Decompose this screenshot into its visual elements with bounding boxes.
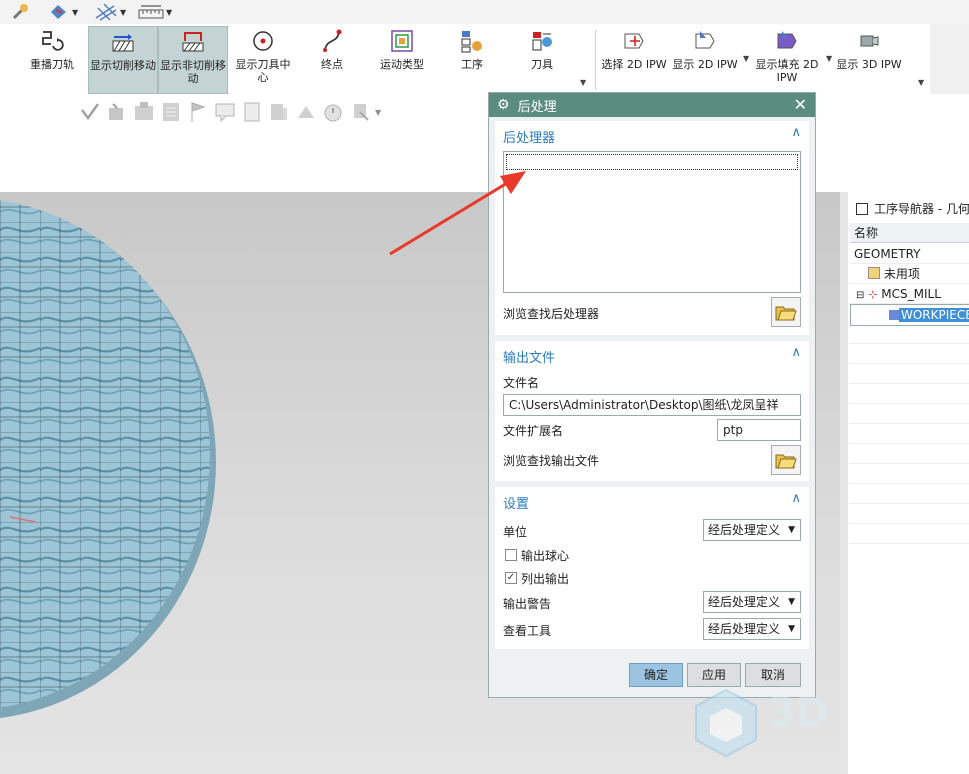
annotation-arrow xyxy=(389,171,526,256)
watermark-logo: 3D xyxy=(686,684,966,764)
watermark-text: 3D xyxy=(768,690,830,736)
cube-icon xyxy=(695,688,757,758)
